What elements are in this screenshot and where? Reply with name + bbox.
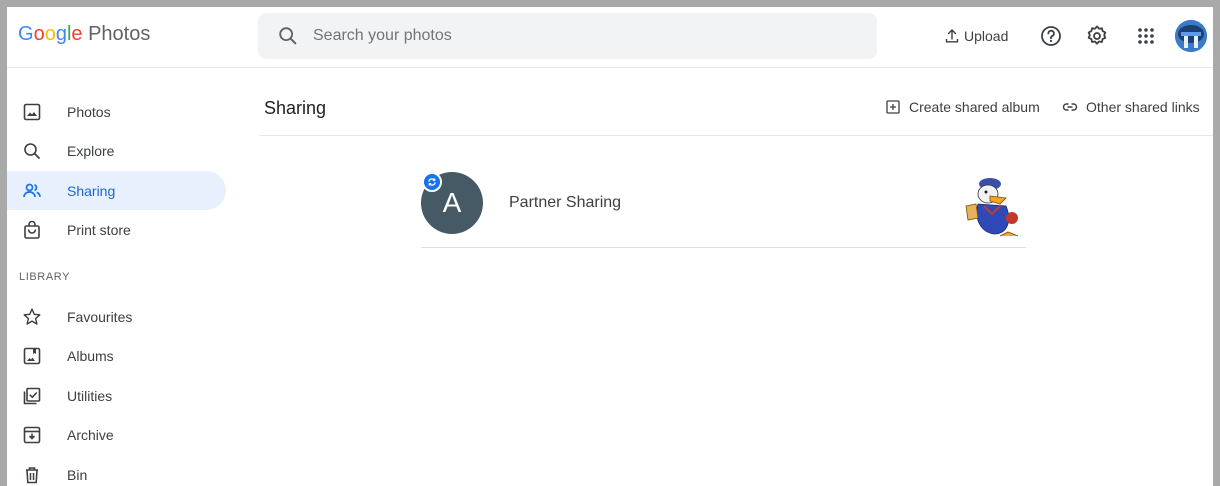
search-icon[interactable] <box>277 25 299 47</box>
sidebar-item-label: Albums <box>67 347 114 364</box>
sidebar-item-label: Print store <box>67 221 131 238</box>
sidebar: Photos Explore Sharing Print store LIBRA… <box>7 68 237 486</box>
sidebar-item-label: Sharing <box>67 182 116 199</box>
sidebar-item-explore[interactable]: Explore <box>7 131 226 170</box>
add-box-icon <box>886 100 900 114</box>
star-icon <box>23 308 41 325</box>
upload-button[interactable]: Upload <box>944 25 1008 47</box>
other-shared-links-button[interactable]: Other shared links <box>1062 99 1200 115</box>
avatar-image <box>1175 20 1207 52</box>
people-icon <box>23 183 41 197</box>
archive-icon <box>23 426 41 443</box>
apps-grid-icon[interactable] <box>1134 24 1158 48</box>
sidebar-item-label: Bin <box>67 466 88 483</box>
main-content: Sharing Create shared album Other shared… <box>259 68 1213 486</box>
share-list-item[interactable]: A Partner Sharing <box>421 170 1030 248</box>
library-section-label: LIBRARY <box>19 271 71 283</box>
sidebar-item-photos[interactable]: Photos <box>7 92 226 131</box>
sidebar-item-label: Explore <box>67 142 115 159</box>
sidebar-item-utilities[interactable]: Utilities <box>7 376 226 415</box>
share-name: Partner Sharing <box>509 194 622 211</box>
search-input[interactable] <box>313 13 853 59</box>
page-title: Sharing <box>264 98 327 118</box>
sidebar-item-sharing[interactable]: Sharing <box>7 171 226 210</box>
app-window: Google Photos Upload <box>7 7 1213 486</box>
utilities-icon <box>23 387 41 404</box>
upload-label: Upload <box>964 28 1009 44</box>
search-bar[interactable] <box>258 13 877 59</box>
other-shared-links-label: Other shared links <box>1086 99 1200 115</box>
help-icon[interactable] <box>1039 24 1063 48</box>
sidebar-item-label: Utilities <box>67 387 113 404</box>
sidebar-item-label: Photos <box>67 103 111 120</box>
link-icon <box>1062 103 1078 111</box>
bin-icon <box>26 466 38 483</box>
top-bar: Google Photos Upload <box>7 7 1213 68</box>
header-divider <box>259 135 1213 136</box>
search-icon <box>24 142 40 159</box>
logo-word: Photos <box>88 23 151 45</box>
sidebar-item-label: Favourites <box>67 308 133 325</box>
settings-icon[interactable] <box>1085 24 1109 48</box>
upload-icon <box>945 29 959 43</box>
sidebar-item-label: Archive <box>67 426 114 443</box>
sidebar-item-archive[interactable]: Archive <box>7 415 226 454</box>
cartoon-duck-thumbnail[interactable] <box>960 174 1030 240</box>
sidebar-item-favourites[interactable]: Favourites <box>7 297 226 336</box>
sidebar-item-print-store[interactable]: Print store <box>7 210 226 249</box>
create-shared-album-button[interactable]: Create shared album <box>885 99 1040 115</box>
create-shared-album-label: Create shared album <box>909 99 1040 115</box>
google-photos-logo[interactable]: Google Photos <box>18 23 150 46</box>
shopping-bag-icon <box>24 220 40 239</box>
photo-icon <box>23 103 41 120</box>
album-icon <box>23 347 41 364</box>
sidebar-item-albums[interactable]: Albums <box>7 336 226 375</box>
account-avatar[interactable] <box>1175 20 1207 52</box>
partner-sync-badge-icon <box>422 172 442 192</box>
sidebar-item-bin[interactable]: Bin <box>7 455 226 486</box>
